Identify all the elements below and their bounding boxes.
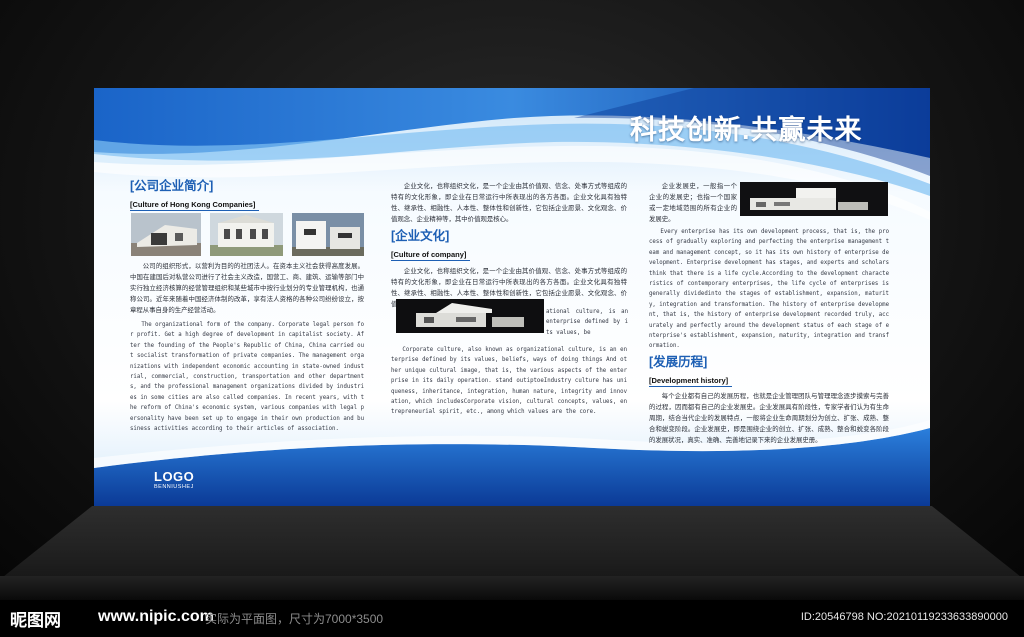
corporate-culture-column: 企业文化，也称组织文化，是一个企业由其价值观、信念、处事方式等组成的特有的文化形… — [391, 181, 627, 310]
history-heading: [发展历程] — [649, 354, 708, 369]
culture-subheading: [Culture of company] — [391, 250, 471, 261]
night-building-photo — [740, 182, 888, 216]
logo-mark: LOGO — [154, 469, 195, 484]
watermark-size-note: 实际为平面图，尺寸为7000*3500 — [205, 612, 384, 626]
stage-floor-edge — [0, 576, 1024, 600]
company-logo: LOGO BENNIUSHEJ — [154, 470, 194, 491]
history-zh-text: 每个企业都有自己的发展历程，也就是企业管理团队与管理理念逐步摸索与完善的过程，因… — [649, 392, 889, 444]
company-intro-heading: [公司企业简介] — [130, 179, 214, 193]
watermark-brand: 昵图网 — [10, 611, 61, 631]
culture-side-text-block: ational culture, is an enterprise define… — [546, 307, 628, 338]
board-title: 科技创新.共赢未来 — [630, 115, 863, 145]
history-top-text-block: 企业发展史，一般指一个企业的发展史；也指一个国家或一定地域范围的所有企业的发展史… — [649, 181, 737, 225]
watermark-id: ID:20546798 NO:20210119233633890000 — [800, 611, 1008, 623]
watermark-url: www.nipic.com — [98, 608, 214, 625]
culture-zh-top-text: 企业文化，也称组织文化，是一个企业由其价值观、信念、处事方式等组成的特有的文化形… — [391, 183, 627, 223]
building-photo-2 — [210, 213, 283, 256]
company-intro-en-text: The organizational form of the company. … — [130, 322, 364, 433]
culture-en-block: Corporate culture, also known as organiz… — [391, 345, 627, 418]
watermark-footer: 昵图网 www.nipic.com 实际为平面图，尺寸为7000*3500 ID… — [0, 600, 1024, 637]
development-history-column: Every enterprise has its own development… — [649, 227, 889, 446]
building-photo-1 — [131, 213, 201, 256]
building-photo-3 — [292, 213, 364, 256]
company-intro-subheading: [Culture of Hong Kong Companies] — [130, 200, 260, 211]
display-board: 科技创新.共赢未来 [公司企业简介] [Culture of Hong Kong… — [94, 88, 930, 506]
culture-heading: [企业文化] — [391, 229, 450, 243]
culture-en-side-text: ational culture, is an enterprise define… — [546, 309, 628, 336]
culture-en-text: Corporate culture, also known as organiz… — [391, 347, 627, 416]
history-subheading: [Development history] — [649, 376, 733, 387]
logo-subtext: BENNIUSHEJ — [154, 484, 194, 490]
modern-building-photo — [396, 299, 544, 333]
history-en-text: Every enterprise has its own development… — [649, 229, 889, 350]
company-intro-zh-text: 公司的组织形式，以营利为目的的社团法人。在资本主义社会获得高度发展。中国在建国后… — [130, 263, 364, 314]
history-zh-top-text: 企业发展史，一般指一个企业的发展史；也指一个国家或一定地域范围的所有企业的发展史… — [649, 183, 737, 223]
company-intro-text-block: 公司的组织形式，以营利为目的的社团法人。在资本主义社会获得高度发展。中国在建国后… — [130, 261, 364, 434]
company-intro-column: [公司企业简介] [Culture of Hong Kong Companies… — [130, 179, 364, 212]
